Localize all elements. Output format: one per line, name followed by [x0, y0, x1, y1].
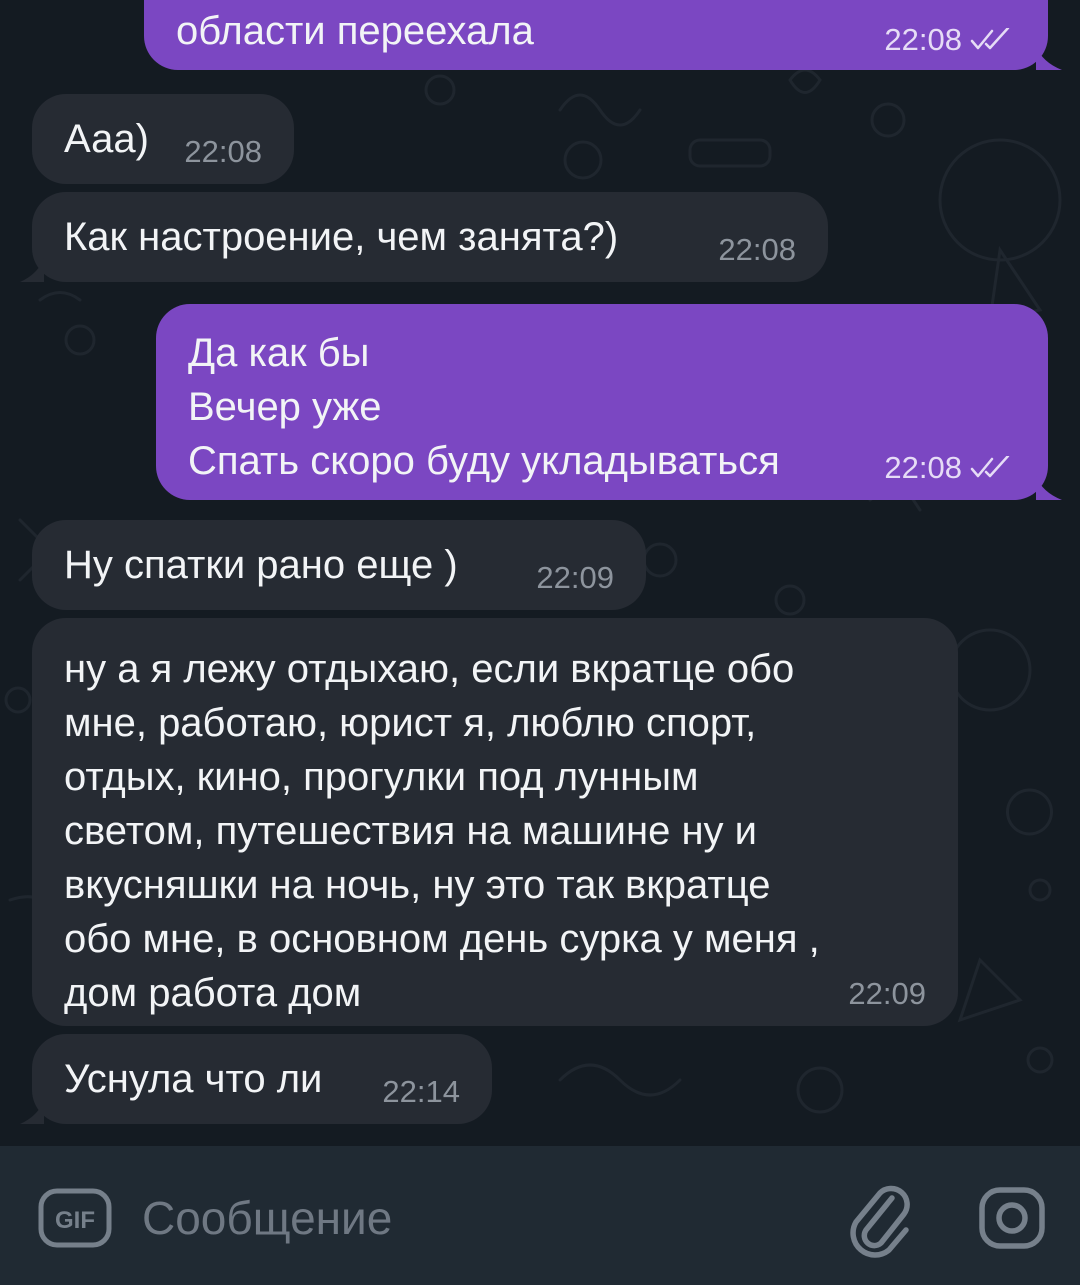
bubble-tail	[20, 1100, 44, 1124]
message-meta: 22:14	[382, 1074, 460, 1110]
bubble-tail	[1036, 46, 1062, 70]
message-text: ну а я лежу отдыхаю, если вкратце обо мн…	[64, 647, 820, 1015]
message-input[interactable]	[142, 1178, 822, 1258]
incoming-message[interactable]: Как настроение, чем занята?) 22:08	[20, 192, 828, 282]
message-time: 22:08	[184, 134, 262, 169]
message-time: 22:09	[848, 976, 926, 1011]
chat-area[interactable]: области переехала 22:08 Ааа) 22:08 Как н…	[0, 0, 1080, 1146]
message-meta: 22:09	[848, 976, 926, 1012]
attach-icon[interactable]	[846, 1180, 914, 1258]
message-time: 22:08	[718, 232, 796, 267]
message-meta: 22:08	[884, 22, 1014, 58]
message-meta: 22:08	[184, 134, 262, 170]
message-time: 22:08	[884, 22, 962, 57]
incoming-message[interactable]: Уснула что ли 22:14	[20, 1034, 492, 1124]
message-time: 22:14	[382, 1074, 460, 1109]
bubble-tail	[1036, 476, 1062, 500]
gif-icon-label: GIF	[55, 1207, 95, 1234]
message-text: Как настроение, чем занята?)	[64, 215, 619, 259]
incoming-message[interactable]: Ааа) 22:08	[32, 94, 294, 184]
message-meta: 22:08	[884, 450, 1014, 486]
incoming-message[interactable]: Ну спатки рано еще ) 22:09	[32, 520, 646, 610]
double-check-icon	[970, 28, 1010, 50]
outgoing-message[interactable]: Да как бы Вечер уже Спать скоро буду укл…	[156, 304, 1062, 500]
message-meta: 22:09	[536, 560, 614, 596]
incoming-message[interactable]: ну а я лежу отдыхаю, если вкратце обо мн…	[32, 618, 958, 1026]
message-time: 22:09	[536, 560, 614, 595]
message-time: 22:08	[884, 450, 962, 485]
outgoing-message[interactable]: области переехала 22:08	[144, 0, 1062, 70]
message-meta: 22:08	[718, 232, 796, 268]
bubble-tail	[20, 258, 44, 282]
camera-icon[interactable]	[978, 1186, 1046, 1250]
gif-icon[interactable]: GIF	[38, 1188, 112, 1248]
double-check-icon	[970, 456, 1010, 478]
